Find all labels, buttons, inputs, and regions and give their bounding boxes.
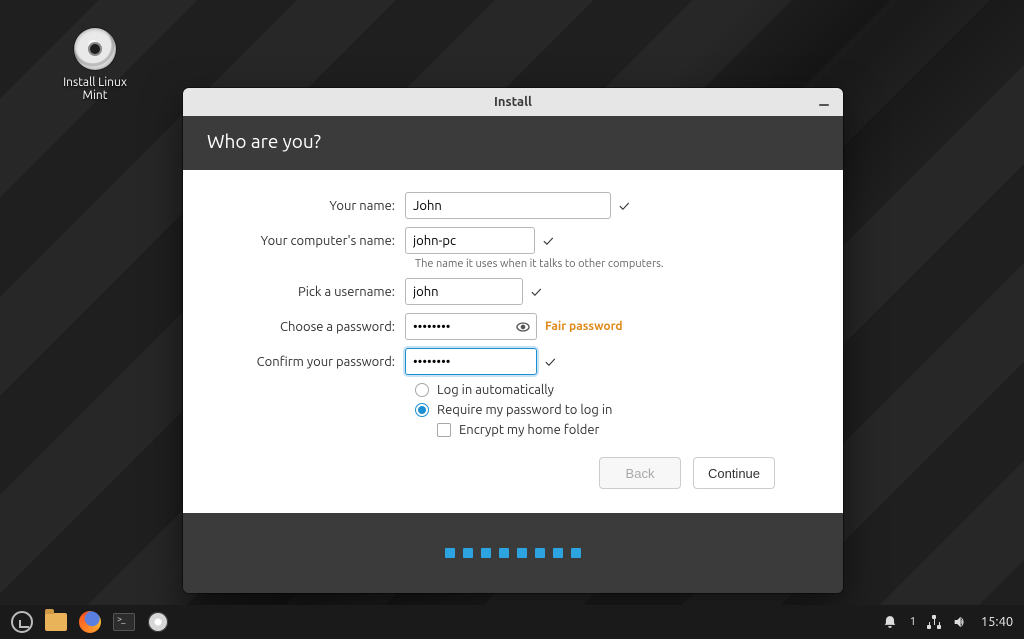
tray-volume[interactable]: [952, 614, 968, 630]
computer-name-label: Your computer's name:: [227, 234, 405, 248]
disc-icon: [74, 28, 116, 70]
taskbar: 1 15:40: [0, 605, 1024, 639]
checkmark-icon: ✓: [619, 197, 630, 214]
checkbox-icon: [437, 423, 451, 437]
taskbar-installer-running[interactable]: [144, 608, 172, 636]
progress-dot: [499, 548, 509, 558]
disc-icon: [148, 612, 168, 632]
progress-dot: [481, 548, 491, 558]
confirm-password-label: Confirm your password:: [227, 355, 405, 369]
taskbar-firefox[interactable]: [76, 608, 104, 636]
progress-dot: [517, 548, 527, 558]
progress-dot: [571, 548, 581, 558]
tray-notifications[interactable]: [882, 614, 898, 630]
progress-dot: [553, 548, 563, 558]
progress-dot: [463, 548, 473, 558]
start-menu-button[interactable]: [8, 608, 36, 636]
your-name-label: Your name:: [227, 199, 405, 213]
terminal-icon: [113, 613, 135, 631]
desktop-install-shortcut[interactable]: Install Linux Mint: [50, 28, 140, 102]
firefox-icon: [79, 611, 101, 633]
installer-window: Install Who are you? Your name: ✓ Your c…: [183, 88, 843, 593]
progress-dot: [535, 548, 545, 558]
username-label: Pick a username:: [227, 285, 405, 299]
show-password-icon[interactable]: [514, 318, 532, 336]
radio-selected-icon: [415, 403, 429, 417]
taskbar-file-manager[interactable]: [42, 608, 70, 636]
password-label: Choose a password:: [227, 320, 405, 334]
progress-indicator: [183, 513, 843, 593]
radio-icon: [415, 383, 429, 397]
page-heading: Who are you?: [183, 116, 843, 170]
checkmark-icon: ✓: [531, 283, 542, 300]
mint-logo-icon: [11, 611, 33, 633]
option-require-password[interactable]: Require my password to log in: [415, 403, 799, 417]
option-login-automatically-label: Log in automatically: [437, 383, 554, 397]
option-require-password-label: Require my password to log in: [437, 403, 612, 417]
tray-network[interactable]: [926, 614, 942, 630]
minimize-button[interactable]: [815, 93, 833, 111]
folder-icon: [45, 613, 67, 631]
window-titlebar[interactable]: Install: [183, 88, 843, 116]
checkmark-icon: ✓: [545, 353, 556, 370]
taskbar-terminal[interactable]: [110, 608, 138, 636]
tray-notification-count: 1: [910, 616, 916, 628]
password-strength: Fair password: [545, 320, 623, 333]
back-button[interactable]: Back: [599, 457, 681, 489]
continue-button[interactable]: Continue: [693, 457, 775, 489]
window-title: Install: [494, 95, 532, 109]
option-login-automatically[interactable]: Log in automatically: [415, 383, 799, 397]
progress-dot: [445, 548, 455, 558]
computer-name-hint: The name it uses when it talks to other …: [415, 258, 799, 270]
confirm-password-input[interactable]: [405, 348, 537, 375]
tray-clock[interactable]: 15:40: [978, 615, 1016, 629]
username-input[interactable]: [405, 278, 523, 305]
your-name-input[interactable]: [405, 192, 611, 219]
desktop-install-label: Install Linux Mint: [50, 76, 140, 102]
option-encrypt-home[interactable]: Encrypt my home folder: [437, 423, 799, 437]
option-encrypt-home-label: Encrypt my home folder: [459, 423, 599, 437]
form-area: Your name: ✓ Your computer's name: ✓ The…: [183, 170, 843, 513]
checkmark-icon: ✓: [543, 232, 554, 249]
computer-name-input[interactable]: [405, 227, 535, 254]
